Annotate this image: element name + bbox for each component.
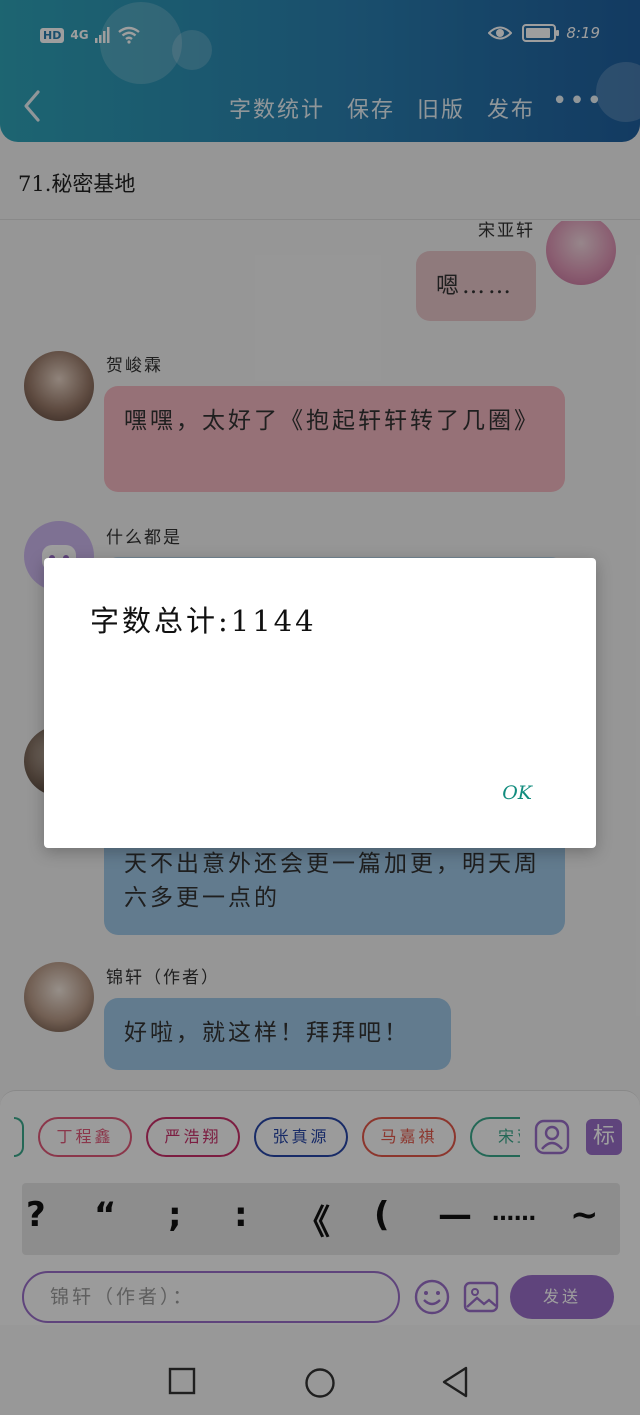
word-count-dialog: 字数总计:1144 OK bbox=[44, 558, 596, 848]
dialog-message: 字数总计:1144 bbox=[90, 604, 317, 638]
ok-button[interactable]: OK bbox=[502, 782, 532, 804]
